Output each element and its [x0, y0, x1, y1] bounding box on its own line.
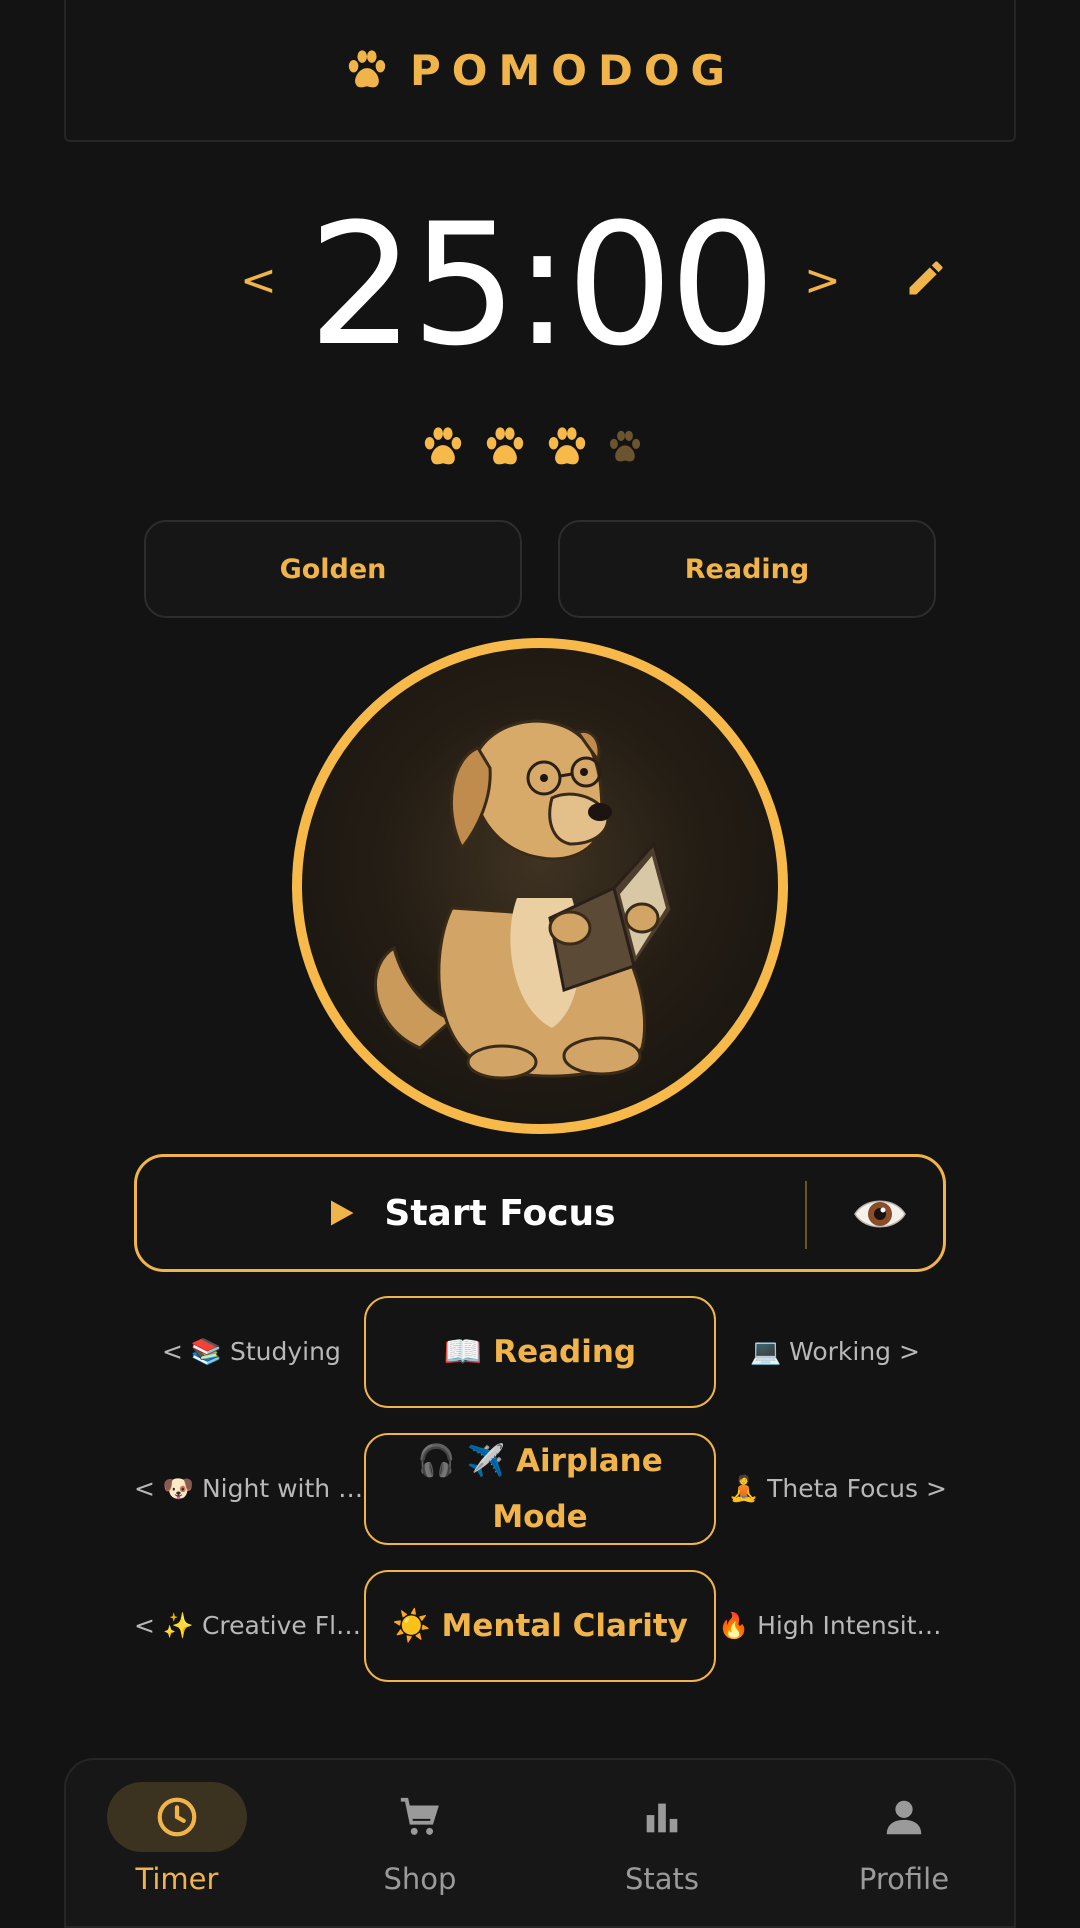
- current-goal-button[interactable]: ☀️ Mental Clarity: [364, 1570, 716, 1682]
- next-mode-option[interactable]: 💻 Working >: [750, 1337, 920, 1367]
- cart-icon: [400, 1797, 439, 1835]
- start-focus-content[interactable]: Start Focus: [137, 1157, 805, 1269]
- previous-mode-option[interactable]: < 📚 Studying: [162, 1337, 341, 1367]
- pencil-icon[interactable]: [904, 256, 948, 300]
- bar-chart-icon: [646, 1803, 678, 1833]
- next-duration-button[interactable]: >: [804, 255, 841, 306]
- nav-profile-icon-wrap[interactable]: [834, 1782, 974, 1852]
- paw-icon: [609, 430, 641, 462]
- dog-avatar: [292, 638, 788, 1134]
- nav-label: Timer: [135, 1862, 219, 1896]
- clock-icon: [157, 1797, 197, 1837]
- nav-timer-icon-wrap[interactable]: [107, 1782, 247, 1852]
- nav-item-timer[interactable]: Timer: [77, 1760, 277, 1922]
- next-sound-option[interactable]: 🧘 Theta Focus >: [728, 1474, 947, 1504]
- paw-icon: [348, 50, 386, 88]
- paw-icon: [486, 427, 524, 465]
- previous-sound-option[interactable]: < 🐶 Night with …: [134, 1474, 363, 1504]
- current-mode-button[interactable]: 📖 Reading: [364, 1296, 716, 1408]
- start-focus-label: Start Focus: [384, 1192, 616, 1234]
- nav-label: Shop: [383, 1862, 457, 1896]
- nav-label: Profile: [858, 1862, 950, 1896]
- breed-selector[interactable]: Golden: [144, 520, 522, 618]
- nav-stats-icon-wrap[interactable]: [592, 1782, 732, 1852]
- button-divider: [805, 1181, 807, 1249]
- activity-selector[interactable]: Reading: [558, 520, 936, 618]
- current-sound-button[interactable]: 🎧 ✈️ Airplane Mode: [364, 1433, 716, 1545]
- paw-icon: [424, 427, 462, 465]
- start-focus-button[interactable]: Start Focus: [134, 1154, 946, 1272]
- session-progress: [420, 424, 644, 470]
- bottom-navigation: Timer Shop Stats Profile: [64, 1758, 1016, 1928]
- nav-shop-icon-wrap[interactable]: [350, 1782, 490, 1852]
- reading-dog-illustration: [373, 719, 674, 1080]
- paw-icon: [548, 427, 586, 465]
- previous-goal-option[interactable]: < ✨ Creative Fl…: [134, 1611, 361, 1641]
- timer-display: 25:00: [307, 187, 776, 383]
- nav-label: Stats: [624, 1862, 700, 1896]
- play-icon: [331, 1200, 354, 1226]
- nav-item-shop[interactable]: Shop: [320, 1760, 520, 1922]
- person-icon: [886, 1800, 922, 1835]
- previous-duration-button[interactable]: <: [240, 255, 277, 306]
- nav-item-profile[interactable]: Profile: [804, 1760, 1004, 1922]
- app-title: POMODOG: [409, 45, 737, 95]
- nav-item-stats[interactable]: Stats: [562, 1760, 762, 1922]
- eye-icon[interactable]: [853, 1191, 907, 1237]
- app-header: POMODOG: [64, 0, 1016, 142]
- next-goal-option[interactable]: 🔥 High Intensit…: [718, 1611, 942, 1641]
